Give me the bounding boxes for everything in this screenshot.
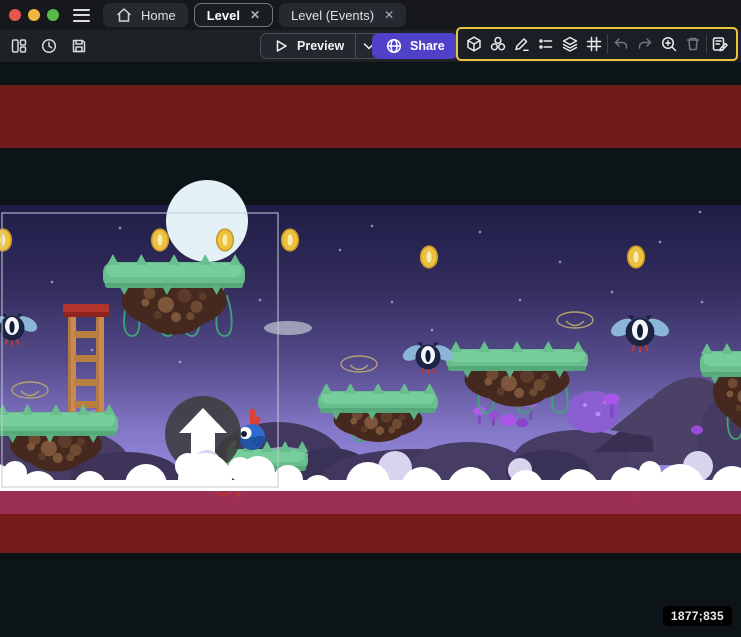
preview-label: Preview — [297, 39, 344, 53]
coin[interactable] — [282, 229, 299, 251]
close-icon[interactable]: ✕ — [250, 9, 260, 21]
traffic-lights — [0, 9, 59, 21]
close-icon[interactable]: ✕ — [384, 9, 394, 21]
zoom-button[interactable] — [47, 9, 59, 21]
toolbar-left-icons — [10, 37, 88, 55]
toolbar-divider — [706, 34, 707, 54]
tab-label: Home — [141, 8, 176, 23]
tab-home[interactable]: Home — [103, 3, 188, 27]
history-icon[interactable] — [40, 37, 58, 55]
coin[interactable] — [628, 246, 645, 268]
canvas-bottom — [0, 553, 741, 637]
lava-band-top — [0, 85, 741, 148]
layers-icon[interactable] — [559, 32, 581, 56]
coin[interactable] — [421, 246, 438, 268]
tab-level-events-[interactable]: Level (Events) ✕ — [279, 3, 406, 27]
coin[interactable] — [152, 229, 169, 251]
menu-icon[interactable] — [73, 9, 90, 22]
toolbar-divider — [607, 34, 608, 54]
edit-pencil-icon[interactable] — [511, 32, 533, 56]
share-label: Share — [410, 39, 445, 53]
edit-notes-icon[interactable] — [709, 32, 731, 56]
level-canvas[interactable] — [0, 0, 741, 637]
tab-label: Level — [207, 8, 240, 23]
globe-icon — [385, 37, 403, 55]
lava-band-bottom — [0, 514, 741, 553]
save-icon[interactable] — [70, 37, 88, 55]
close-button[interactable] — [9, 9, 21, 21]
redo-icon — [634, 32, 656, 56]
coin[interactable] — [217, 229, 234, 251]
home-icon — [115, 6, 133, 24]
band-pink — [0, 491, 741, 514]
trash-icon — [682, 32, 704, 56]
moon[interactable] — [166, 180, 248, 262]
coordinates-badge: 1877;835 — [663, 606, 732, 626]
instances-list-icon[interactable] — [535, 32, 557, 56]
editor-tools-group — [456, 27, 738, 61]
object-groups-icon[interactable] — [487, 32, 509, 56]
minimize-button[interactable] — [28, 9, 40, 21]
grid-icon[interactable] — [583, 32, 605, 56]
play-icon — [272, 37, 290, 55]
preview-button[interactable]: Preview — [260, 33, 383, 59]
tab-bar: Home Level ✕ Level (Events) ✕ — [103, 0, 406, 30]
3d-box-icon[interactable] — [463, 32, 485, 56]
titlebar: Home Level ✕ Level (Events) ✕ — [0, 0, 741, 30]
tab-level[interactable]: Level ✕ — [194, 3, 273, 27]
undo-icon — [610, 32, 632, 56]
tab-label: Level (Events) — [291, 8, 374, 23]
share-button[interactable]: Share — [372, 33, 458, 59]
panels-icon[interactable] — [10, 37, 28, 55]
zoom-in-icon[interactable] — [658, 32, 680, 56]
